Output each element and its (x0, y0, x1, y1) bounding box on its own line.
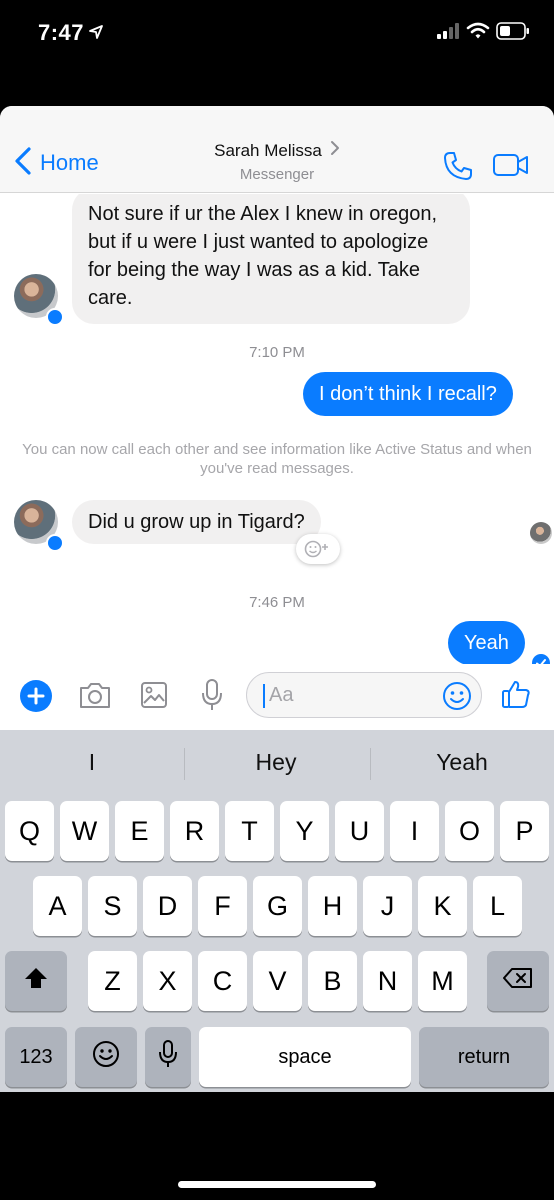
numbers-key[interactable]: 123 (5, 1027, 67, 1087)
dictation-key[interactable] (145, 1027, 191, 1087)
key-p[interactable]: P (500, 801, 549, 861)
message-bubble-incoming[interactable]: Not sure if ur the Alex I knew in oregon… (72, 194, 470, 324)
chat-header: Home Sarah Melissa Messenger (0, 106, 554, 193)
message-input-placeholder: Aa (269, 684, 294, 706)
phone-icon[interactable] (442, 150, 474, 187)
backspace-icon (502, 966, 534, 997)
timestamp: 7:10 PM (249, 344, 305, 361)
suggestion-bar: I Hey Yeah (0, 730, 554, 794)
key-w[interactable]: W (60, 801, 109, 861)
message-bubble-outgoing[interactable]: I don’t think I recall? (303, 372, 513, 416)
thumbs-up-icon[interactable] (500, 678, 532, 715)
key-x[interactable]: X (143, 951, 192, 1011)
emoji-keyboard-key[interactable] (75, 1027, 137, 1087)
key-u[interactable]: U (335, 801, 384, 861)
key-y[interactable]: Y (280, 801, 329, 861)
key-v[interactable]: V (253, 951, 302, 1011)
key-a[interactable]: A (33, 876, 82, 936)
status-time: 7:47 (38, 20, 85, 45)
add-reaction-button[interactable] (296, 534, 340, 564)
key-o[interactable]: O (445, 801, 494, 861)
timestamp: 7:46 PM (249, 594, 305, 611)
key-c[interactable]: C (198, 951, 247, 1011)
microphone-icon (158, 1039, 178, 1076)
space-key[interactable]: space (199, 1027, 411, 1087)
message-list[interactable]: Not sure if ur the Alex I knew in oregon… (0, 194, 554, 664)
key-i[interactable]: I (390, 801, 439, 861)
home-indicator[interactable] (178, 1181, 376, 1188)
key-m[interactable]: M (418, 951, 467, 1011)
emoji-icon[interactable] (441, 680, 473, 717)
text-cursor (263, 684, 265, 708)
messenger-badge-icon (46, 534, 64, 552)
keyboard: I Hey Yeah Q W E R T Y U I O P A S D F G… (0, 730, 554, 1092)
delete-key[interactable] (487, 951, 549, 1011)
shift-icon (23, 966, 49, 997)
chevron-right-icon (330, 140, 340, 161)
key-f[interactable]: F (198, 876, 247, 936)
message-bubble-outgoing[interactable]: Yeah (448, 621, 525, 664)
battery-icon (496, 22, 530, 45)
key-s[interactable]: S (88, 876, 137, 936)
composer: Aa (0, 664, 554, 730)
message-input[interactable]: Aa (246, 672, 482, 718)
emoji-icon (91, 1039, 121, 1076)
key-q[interactable]: Q (5, 801, 54, 861)
key-g[interactable]: G (253, 876, 302, 936)
photo-icon[interactable] (140, 680, 168, 715)
key-d[interactable]: D (143, 876, 192, 936)
video-icon[interactable] (492, 152, 530, 183)
messenger-badge-icon (46, 308, 64, 326)
key-h[interactable]: H (308, 876, 357, 936)
suggestion-item[interactable]: I (0, 730, 184, 794)
system-note: You can now call each other and see info… (22, 441, 532, 477)
key-e[interactable]: E (115, 801, 164, 861)
key-n[interactable]: N (363, 951, 412, 1011)
microphone-icon[interactable] (200, 678, 224, 717)
key-j[interactable]: J (363, 876, 412, 936)
seen-avatar (530, 522, 552, 544)
camera-icon[interactable] (78, 680, 112, 715)
signal-icon (436, 22, 460, 45)
suggestion-item[interactable]: Yeah (370, 730, 554, 794)
key-l[interactable]: L (473, 876, 522, 936)
messenger-app: Home Sarah Melissa Messenger Not sure if… (0, 106, 554, 1092)
shift-key[interactable] (5, 951, 67, 1011)
key-k[interactable]: K (418, 876, 467, 936)
suggestion-item[interactable]: Hey (184, 730, 368, 794)
location-arrow-icon (88, 24, 104, 45)
contact-name: Sarah Melissa (214, 140, 322, 160)
key-z[interactable]: Z (88, 951, 137, 1011)
key-r[interactable]: R (170, 801, 219, 861)
wifi-icon (466, 22, 490, 45)
return-key[interactable]: return (419, 1027, 549, 1087)
sent-check-icon (532, 654, 550, 664)
status-bar: 7:47 (0, 0, 554, 66)
key-b[interactable]: B (308, 951, 357, 1011)
message-bubble-incoming[interactable]: Did u grow up in Tigard? (72, 500, 321, 544)
plus-icon[interactable] (20, 680, 52, 712)
key-t[interactable]: T (225, 801, 274, 861)
